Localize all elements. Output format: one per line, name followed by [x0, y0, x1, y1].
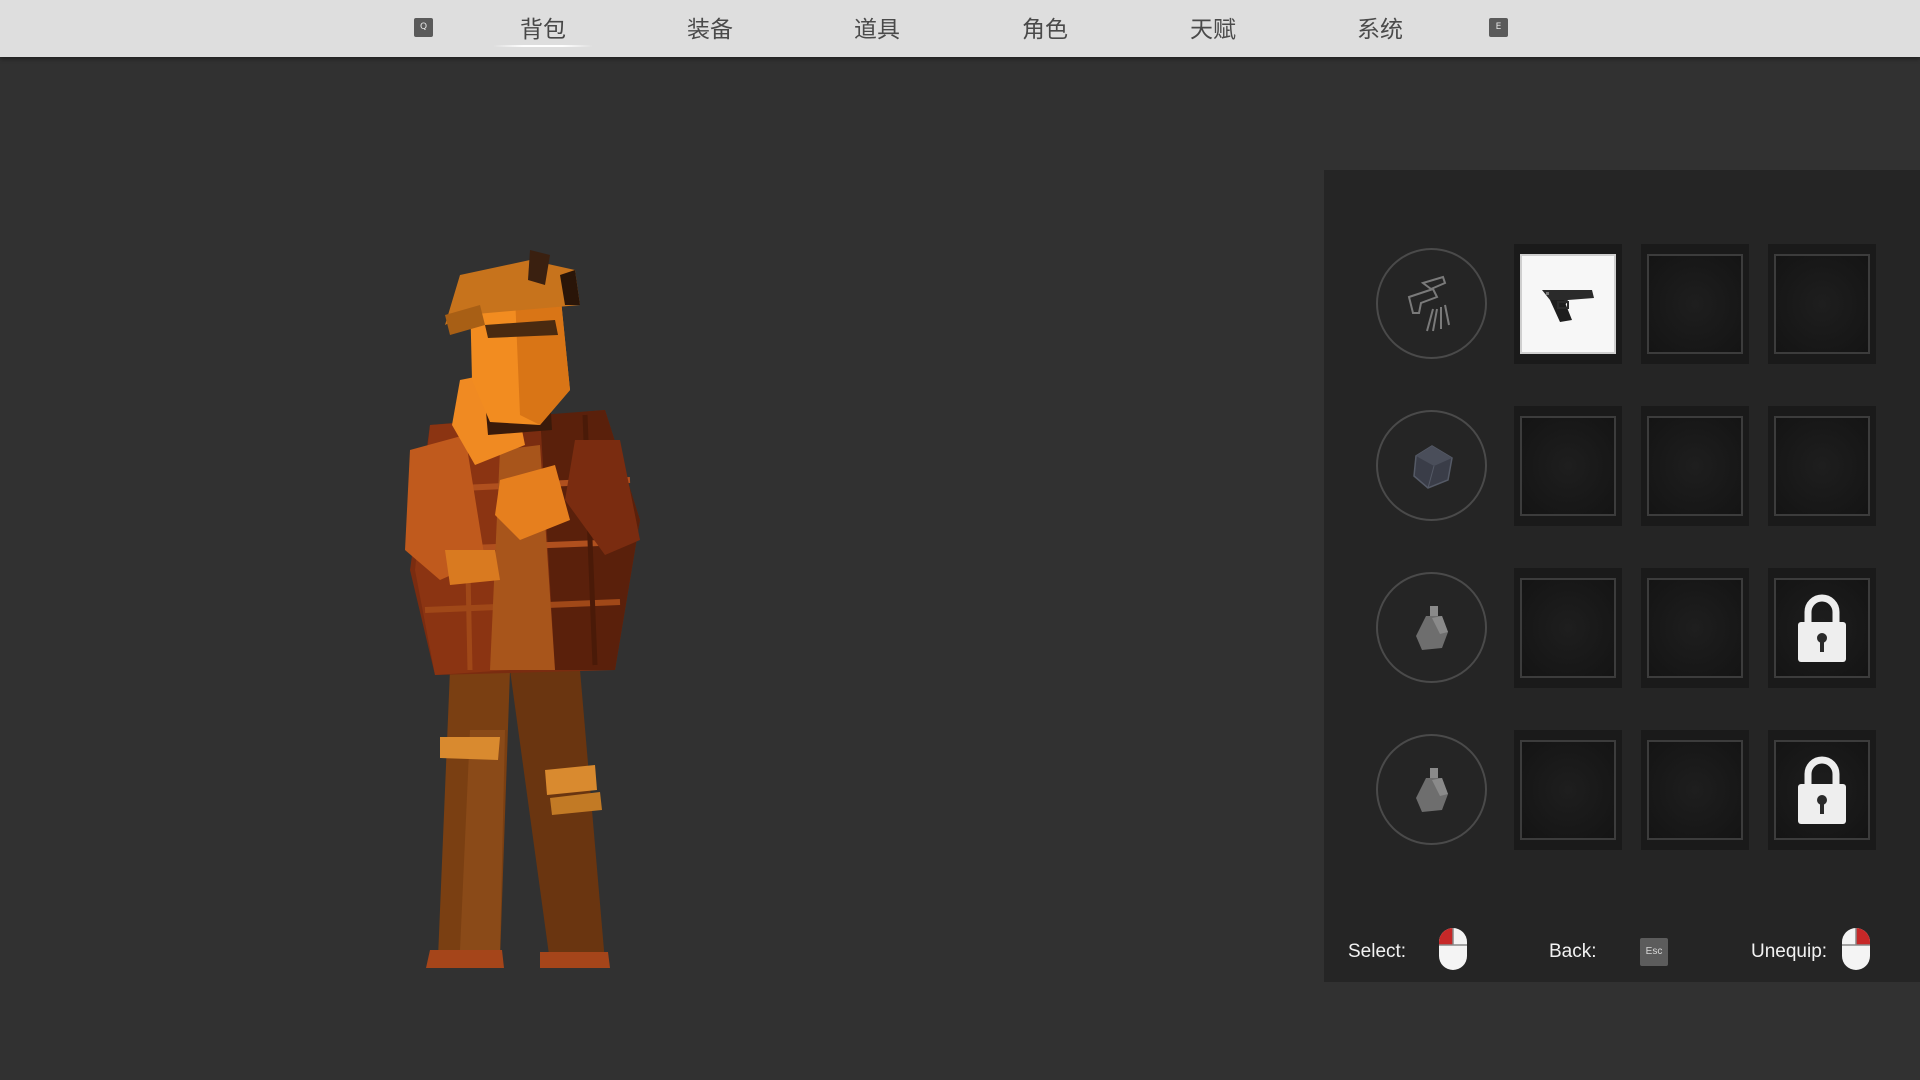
back-hint-label: Back:: [1549, 941, 1597, 962]
inventory-slot[interactable]: [1641, 244, 1749, 364]
character-model: [390, 250, 670, 970]
select-hint-label: Select:: [1348, 941, 1407, 962]
tab-backpack[interactable]: 背包: [520, 10, 566, 46]
inventory-slot[interactable]: [1641, 568, 1749, 688]
left-mouse-button-icon: [1436, 925, 1470, 973]
inventory-slot[interactable]: [1514, 568, 1622, 688]
locked-inventory-slot[interactable]: [1768, 568, 1876, 688]
pistol-icon: [1542, 290, 1594, 322]
tab-character[interactable]: 角色: [1022, 10, 1068, 46]
right-mouse-button-icon: [1839, 925, 1873, 973]
inventory-slot[interactable]: [1514, 244, 1622, 364]
next-tab-key-icon[interactable]: E: [1489, 18, 1508, 37]
inventory-slot[interactable]: [1641, 406, 1749, 526]
bottle-category-icon[interactable]: [1376, 734, 1487, 845]
prev-tab-key-icon[interactable]: Q: [414, 18, 433, 37]
armor-category-icon[interactable]: [1376, 410, 1487, 521]
inventory-slot[interactable]: [1768, 406, 1876, 526]
active-tab-indicator: [493, 45, 593, 47]
tab-talents[interactable]: 天赋: [1190, 10, 1236, 46]
tab-items[interactable]: 道具: [854, 10, 900, 46]
tab-equipment[interactable]: 装备: [687, 10, 733, 46]
inventory-panel: [1324, 170, 1920, 982]
lock-icon: [1798, 756, 1846, 824]
inventory-slot[interactable]: [1641, 730, 1749, 850]
top-menu-bar: Q 背包 装备 道具 角色 天赋 系统 E: [0, 0, 1920, 57]
esc-key-icon: Esc: [1640, 938, 1668, 966]
unequip-hint-label: Unequip:: [1751, 941, 1828, 962]
bottle-category-icon[interactable]: [1376, 572, 1487, 683]
weapon-category-icon[interactable]: [1376, 248, 1487, 359]
inventory-slot[interactable]: [1768, 244, 1876, 364]
inventory-slot[interactable]: [1514, 730, 1622, 850]
lock-icon: [1798, 594, 1846, 662]
tab-system[interactable]: 系统: [1357, 10, 1403, 46]
locked-inventory-slot[interactable]: [1768, 730, 1876, 850]
inventory-slot[interactable]: [1514, 406, 1622, 526]
